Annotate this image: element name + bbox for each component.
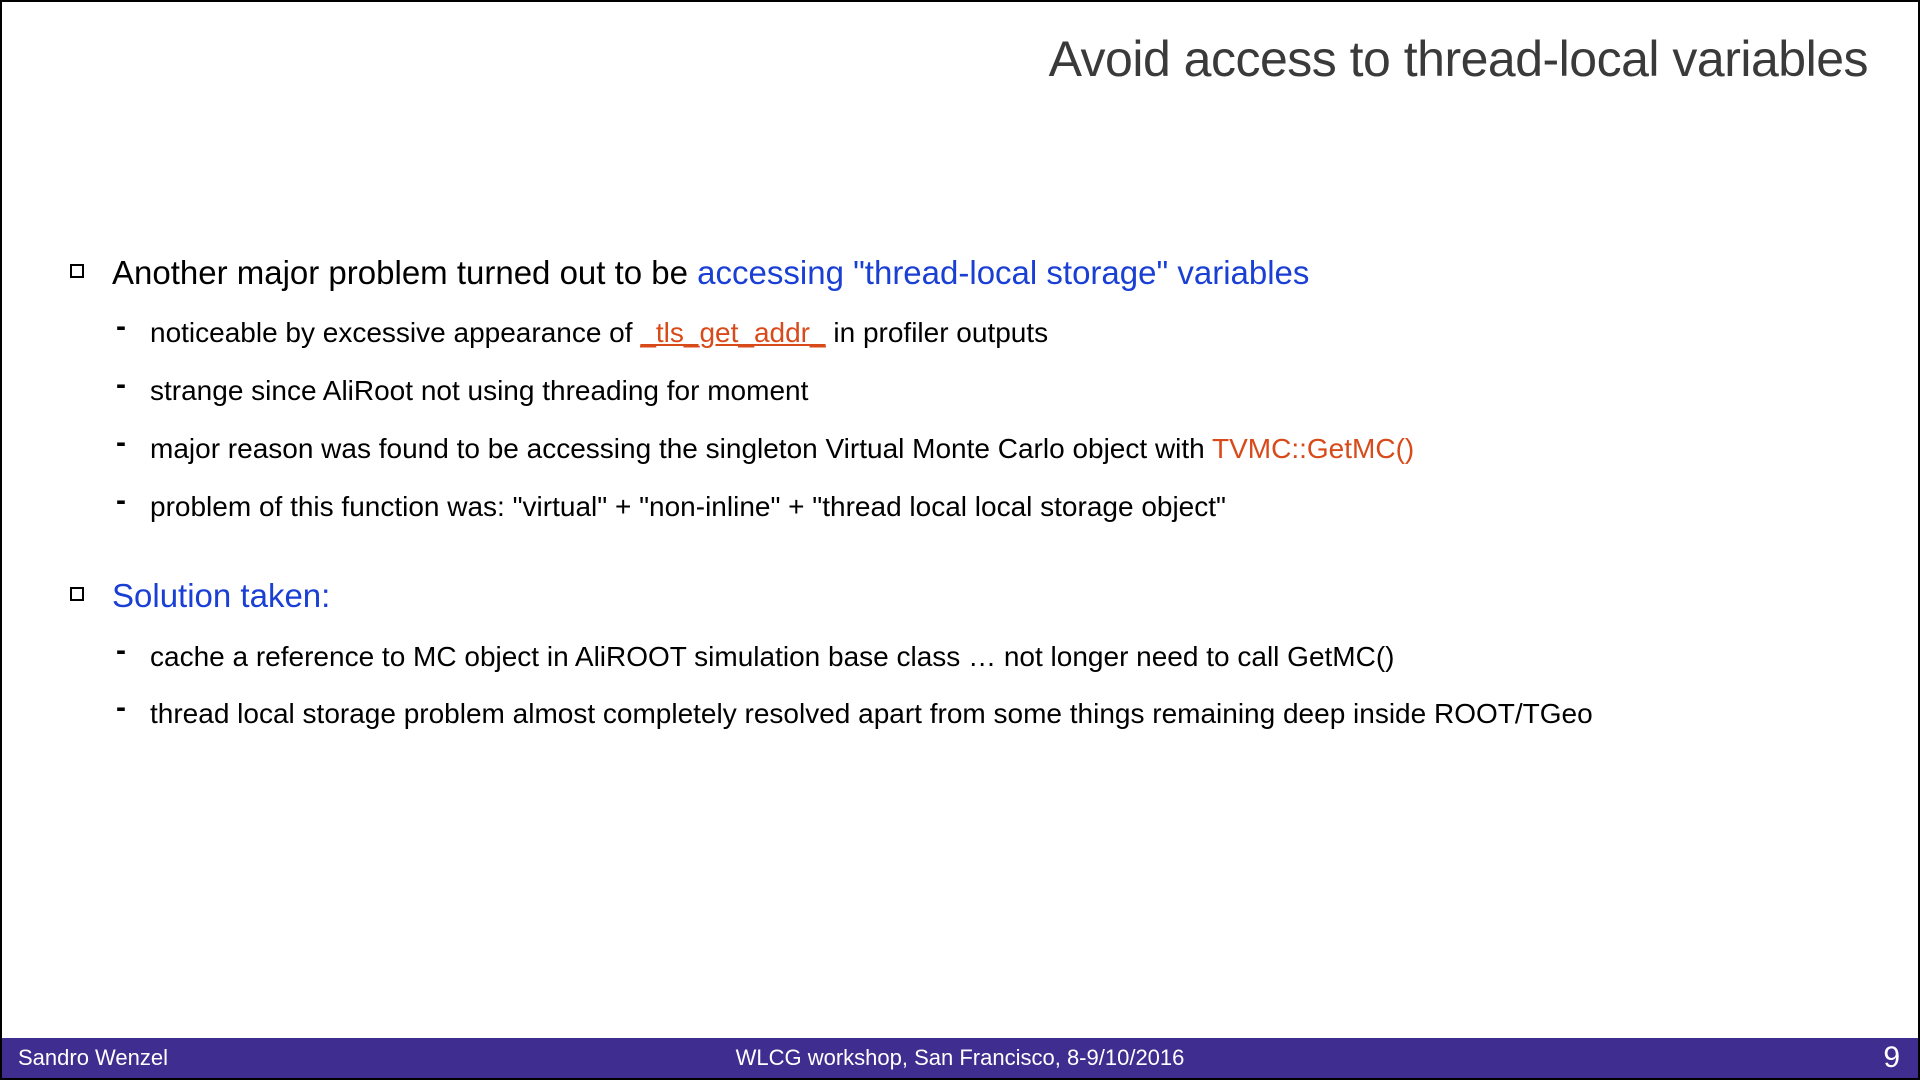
main-bullet-highlight-1: accessing "thread-local storage" variabl… (697, 254, 1309, 291)
sub-pre: cache a reference to MC object in AliROO… (150, 641, 1394, 672)
sub-text: cache a reference to MC object in AliROO… (150, 638, 1394, 676)
main-bullet-1: Another major problem turned out to be a… (70, 250, 1858, 296)
sub-pre: problem of this function was: "virtual" … (150, 491, 1226, 522)
bullet-section-1: Another major problem turned out to be a… (70, 250, 1858, 525)
sub-bullets-1: - noticeable by excessive appearance of … (116, 314, 1858, 525)
sub-post: in profiler outputs (826, 317, 1049, 348)
sub-bullet: - thread local storage problem almost co… (116, 695, 1858, 733)
dash-icon: - (116, 426, 126, 460)
sub-text: major reason was found to be accessing t… (150, 430, 1414, 468)
footer-page-number: 9 (1883, 1041, 1900, 1075)
main-bullet-text-2: Solution taken: (112, 573, 330, 619)
bullet-section-2: Solution taken: - cache a reference to M… (70, 573, 1858, 733)
slide-content: Another major problem turned out to be a… (70, 250, 1858, 781)
sub-pre: noticeable by excessive appearance of (150, 317, 640, 348)
sub-bullet: - strange since AliRoot not using thread… (116, 372, 1858, 410)
dash-icon: - (116, 634, 126, 668)
sub-bullets-2: - cache a reference to MC object in AliR… (116, 638, 1858, 734)
sub-bullet: - cache a reference to MC object in AliR… (116, 638, 1858, 676)
sub-text: problem of this function was: "virtual" … (150, 488, 1226, 526)
dash-icon: - (116, 691, 126, 725)
sub-bullet: - major reason was found to be accessing… (116, 430, 1858, 468)
sub-orange: TVMC::GetMC() (1212, 433, 1414, 464)
footer-author: Sandro Wenzel (18, 1045, 168, 1071)
square-bullet-icon (70, 587, 84, 601)
main-bullet-2: Solution taken: (70, 573, 1858, 619)
sub-pre: major reason was found to be accessing t… (150, 433, 1212, 464)
sub-text: noticeable by excessive appearance of _t… (150, 314, 1048, 352)
square-bullet-icon (70, 264, 84, 278)
sub-pre: strange since AliRoot not using threadin… (150, 375, 808, 406)
sub-orange: _tls_get_addr_ (640, 317, 825, 348)
main-bullet-prefix-1: Another major problem turned out to be (112, 254, 697, 291)
footer-event: WLCG workshop, San Francisco, 8-9/10/201… (736, 1045, 1185, 1071)
slide-footer: Sandro Wenzel WLCG workshop, San Francis… (2, 1038, 1918, 1078)
slide-title: Avoid access to thread-local variables (1049, 30, 1868, 88)
sub-text: strange since AliRoot not using threadin… (150, 372, 808, 410)
dash-icon: - (116, 310, 126, 344)
sub-bullet: - problem of this function was: "virtual… (116, 488, 1858, 526)
dash-icon: - (116, 484, 126, 518)
main-bullet-text-1: Another major problem turned out to be a… (112, 250, 1309, 296)
sub-bullet: - noticeable by excessive appearance of … (116, 314, 1858, 352)
main-bullet-highlight-2: Solution taken: (112, 577, 330, 614)
sub-pre: thread local storage problem almost comp… (150, 698, 1593, 729)
sub-text: thread local storage problem almost comp… (150, 695, 1593, 733)
dash-icon: - (116, 368, 126, 402)
